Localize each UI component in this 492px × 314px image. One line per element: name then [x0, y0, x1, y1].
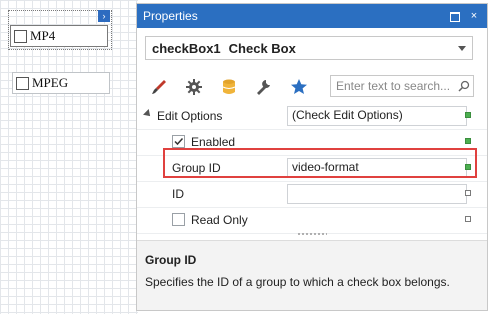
checkmark-icon: [174, 137, 184, 146]
chevron-down-icon: [458, 46, 466, 51]
search-icon: [458, 80, 470, 95]
panel-title: Properties: [143, 9, 198, 23]
property-search-input[interactable]: [330, 75, 474, 97]
id-field[interactable]: [287, 184, 467, 204]
description-title: Group ID: [145, 253, 197, 267]
property-name: Group ID: [172, 161, 221, 175]
properties-toolbar: [145, 74, 320, 100]
property-marker-icon[interactable]: [465, 164, 471, 170]
property-row-enabled[interactable]: Enabled: [137, 130, 487, 156]
enabled-checkbox[interactable]: [172, 135, 185, 148]
panel-titlebar: Properties ×: [137, 4, 487, 28]
selector-name: checkBox1: [152, 40, 221, 56]
property-name: ID: [172, 187, 184, 201]
property-grid: Edit Options (Check Edit Options) Enable…: [137, 104, 487, 234]
brush-icon[interactable]: [145, 74, 173, 100]
property-value[interactable]: (Check Edit Options): [287, 106, 467, 126]
description-panel: Group ID Specifies the ID of a group to …: [137, 240, 487, 310]
close-icon[interactable]: ×: [467, 9, 481, 23]
properties-panel: Properties × checkBox1 Check Box Enter t…: [136, 3, 488, 311]
star-icon[interactable]: [285, 74, 313, 100]
property-marker-icon[interactable]: [465, 138, 471, 144]
checkbox-label: MP4: [30, 28, 56, 43]
restore-icon[interactable]: [447, 9, 461, 23]
design-surface[interactable]: › MP4 MPEG: [0, 0, 138, 314]
property-name: Edit Options: [157, 109, 223, 123]
property-row-read-only[interactable]: Read Only: [137, 208, 487, 234]
smart-tag-button[interactable]: ›: [98, 10, 110, 22]
property-row-id[interactable]: ID: [137, 182, 487, 208]
property-name: Read Only: [191, 213, 248, 227]
property-marker-icon[interactable]: [465, 216, 471, 222]
property-name: Enabled: [191, 135, 236, 149]
wrench-icon[interactable]: [250, 74, 278, 100]
splitter-grip[interactable]: [297, 232, 327, 236]
selector-type: Check Box: [228, 40, 296, 56]
checkbox-label: MPEG: [32, 75, 69, 90]
database-icon[interactable]: [215, 74, 243, 100]
read-only-checkbox[interactable]: [172, 213, 185, 226]
property-marker-icon[interactable]: [465, 112, 471, 118]
checkbox-square: [16, 76, 29, 90]
property-row-edit-options[interactable]: Edit Options (Check Edit Options): [137, 104, 487, 130]
canvas-checkbox-mpeg[interactable]: MPEG: [12, 72, 110, 94]
gear-icon[interactable]: [180, 74, 208, 100]
property-marker-icon[interactable]: [465, 190, 471, 196]
component-selector[interactable]: checkBox1 Check Box: [145, 36, 473, 60]
checkbox-square: [14, 29, 27, 43]
group-id-field[interactable]: video-format: [287, 158, 467, 178]
expand-arrow-icon[interactable]: [143, 109, 153, 119]
property-row-group-id[interactable]: Group ID video-format: [137, 156, 487, 182]
description-text: Specifies the ID of a group to which a c…: [145, 275, 450, 289]
canvas-checkbox-mp4[interactable]: MP4: [10, 25, 108, 47]
